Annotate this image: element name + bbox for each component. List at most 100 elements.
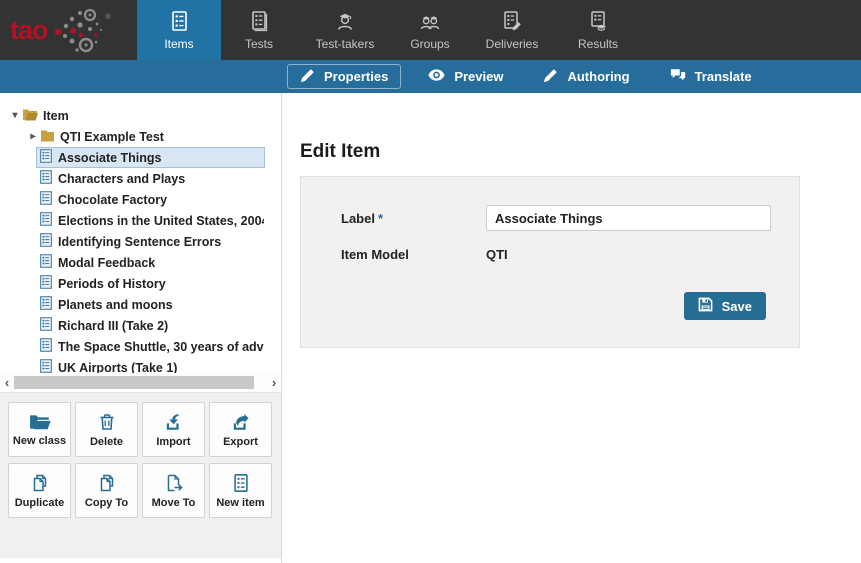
tao-logo[interactable]: tao ®: [0, 0, 137, 60]
tab-label: Preview: [454, 69, 503, 84]
move-icon: [164, 473, 184, 493]
tree-item-uk-airports[interactable]: UK Airports (Take 1): [36, 357, 265, 373]
nav-item-label: Items: [164, 37, 193, 51]
tree-item-label: Elections in the United States, 2004: [58, 214, 264, 228]
nav-item-results[interactable]: Results: [557, 0, 639, 60]
section-action-bar: Properties Preview Authoring: [0, 60, 861, 93]
item-model-value: QTI: [486, 247, 508, 262]
tree-item-space-shuttle[interactable]: The Space Shuttle, 30 years of adventur: [36, 336, 265, 357]
nav-item-items[interactable]: Items: [137, 0, 221, 60]
tool-label: New item: [216, 497, 264, 509]
item-icon: [40, 296, 52, 313]
duplicate-icon: [30, 473, 50, 493]
tree-item-modal-feedback[interactable]: Modal Feedback: [36, 252, 265, 273]
copy-to-button[interactable]: Copy To: [75, 463, 138, 518]
page-title: Edit Item: [300, 141, 861, 163]
trash-icon: [97, 412, 117, 432]
tests-icon: [248, 10, 270, 32]
sidebar-footer: [0, 558, 281, 563]
nav-item-groups[interactable]: Groups: [393, 0, 467, 60]
item-model-caption: Item Model: [341, 247, 486, 262]
import-icon: [164, 412, 184, 432]
item-icon: [40, 233, 52, 250]
new-class-icon: [29, 413, 51, 431]
tree-item-label: Richard III (Take 2): [58, 319, 168, 333]
scroll-left-icon[interactable]: ‹: [0, 373, 14, 392]
groups-icon: [419, 10, 441, 32]
nav-item-deliveries[interactable]: Deliveries: [467, 0, 557, 60]
duplicate-button[interactable]: Duplicate: [8, 463, 71, 518]
item-properties-form: Label* Item Model QTI: [300, 176, 800, 348]
new-item-button[interactable]: New item: [209, 463, 272, 518]
tree-folder-label: QTI Example Test: [60, 130, 164, 144]
export-button[interactable]: Export: [209, 402, 272, 457]
nav-item-label: Groups: [410, 37, 449, 51]
tree-item-label: Planets and moons: [58, 298, 173, 312]
tool-label: Delete: [90, 436, 123, 448]
scrollbar-track[interactable]: [14, 375, 267, 390]
eye-icon: [428, 69, 445, 84]
tab-label: Properties: [324, 69, 388, 84]
tao-app-window: tao ®: [0, 0, 861, 563]
tree-item-characters-and-plays[interactable]: Characters and Plays: [36, 168, 265, 189]
caret-down-icon[interactable]: ▾: [8, 110, 22, 121]
move-to-button[interactable]: Move To: [142, 463, 205, 518]
tree-item-planets-and-moons[interactable]: Planets and moons: [36, 294, 265, 315]
nav-item-test-takers[interactable]: Test-takers: [297, 0, 393, 60]
label-input[interactable]: [486, 205, 771, 231]
tab-label: Translate: [695, 69, 752, 84]
tab-label: Authoring: [567, 69, 629, 84]
tree-folder-qti-example-test[interactable]: ▸ QTI Example Test: [0, 126, 281, 147]
resource-sidebar: ▾ Item ▸ Q: [0, 93, 282, 563]
logo-registered-mark: ®: [106, 14, 111, 21]
copy-icon: [97, 473, 117, 493]
tree-item-label: Characters and Plays: [58, 172, 185, 186]
tree-root-item[interactable]: ▾ Item: [0, 105, 281, 126]
tree-item-label: UK Airports (Take 1): [58, 361, 177, 374]
tab-authoring[interactable]: Authoring: [530, 64, 642, 89]
item-icon: [40, 359, 52, 373]
tree-item-chocolate-factory[interactable]: Chocolate Factory: [36, 189, 265, 210]
folder-closed-icon: [40, 129, 55, 145]
tab-properties[interactable]: Properties: [287, 64, 401, 89]
item-icon: [40, 317, 52, 334]
tree-item-identifying-sentence-errors[interactable]: Identifying Sentence Errors: [36, 231, 265, 252]
item-icon: [40, 170, 52, 187]
tao-logo-text: tao: [10, 17, 48, 44]
new-class-button[interactable]: New class: [8, 402, 71, 457]
tree-root-label: Item: [43, 109, 69, 123]
save-button[interactable]: Save: [684, 292, 766, 320]
export-icon: [231, 412, 251, 432]
caret-right-icon[interactable]: ▸: [26, 131, 40, 142]
tree-action-panel: New class Delete: [0, 392, 281, 558]
item-tree: ▾ Item ▸ Q: [0, 93, 281, 373]
pencil-icon: [543, 68, 558, 86]
tree-item-elections-us-2004[interactable]: Elections in the United States, 2004: [36, 210, 265, 231]
results-icon: [587, 10, 609, 32]
label-form-row: Label*: [341, 205, 799, 231]
tree-item-richard-iii[interactable]: Richard III (Take 2): [36, 315, 265, 336]
delete-button[interactable]: Delete: [75, 402, 138, 457]
nav-item-label: Results: [578, 37, 618, 51]
tree-item-label: Associate Things: [58, 151, 162, 165]
content-area: ▾ Item ▸ Q: [0, 93, 861, 563]
tree-item-periods-of-history[interactable]: Periods of History: [36, 273, 265, 294]
tree-item-associate-things[interactable]: Associate Things: [36, 147, 265, 168]
item-icon: [40, 212, 52, 229]
item-icon: [40, 254, 52, 271]
tool-label: New class: [13, 435, 66, 447]
items-icon: [168, 10, 190, 32]
top-navigation-bar: tao ®: [0, 0, 861, 60]
import-button[interactable]: Import: [142, 402, 205, 457]
tab-preview[interactable]: Preview: [415, 64, 516, 89]
deliveries-icon: [501, 10, 523, 32]
scroll-right-icon[interactable]: ›: [267, 373, 281, 392]
item-model-row: Item Model QTI: [341, 247, 799, 262]
scrollbar-thumb[interactable]: [14, 376, 254, 389]
tab-translate[interactable]: Translate: [657, 64, 765, 89]
nav-item-tests[interactable]: Tests: [221, 0, 297, 60]
new-item-icon: [231, 473, 251, 493]
tree-horizontal-scrollbar[interactable]: ‹ ›: [0, 373, 281, 392]
folder-open-icon: [22, 108, 38, 124]
tool-label: Copy To: [85, 497, 128, 509]
